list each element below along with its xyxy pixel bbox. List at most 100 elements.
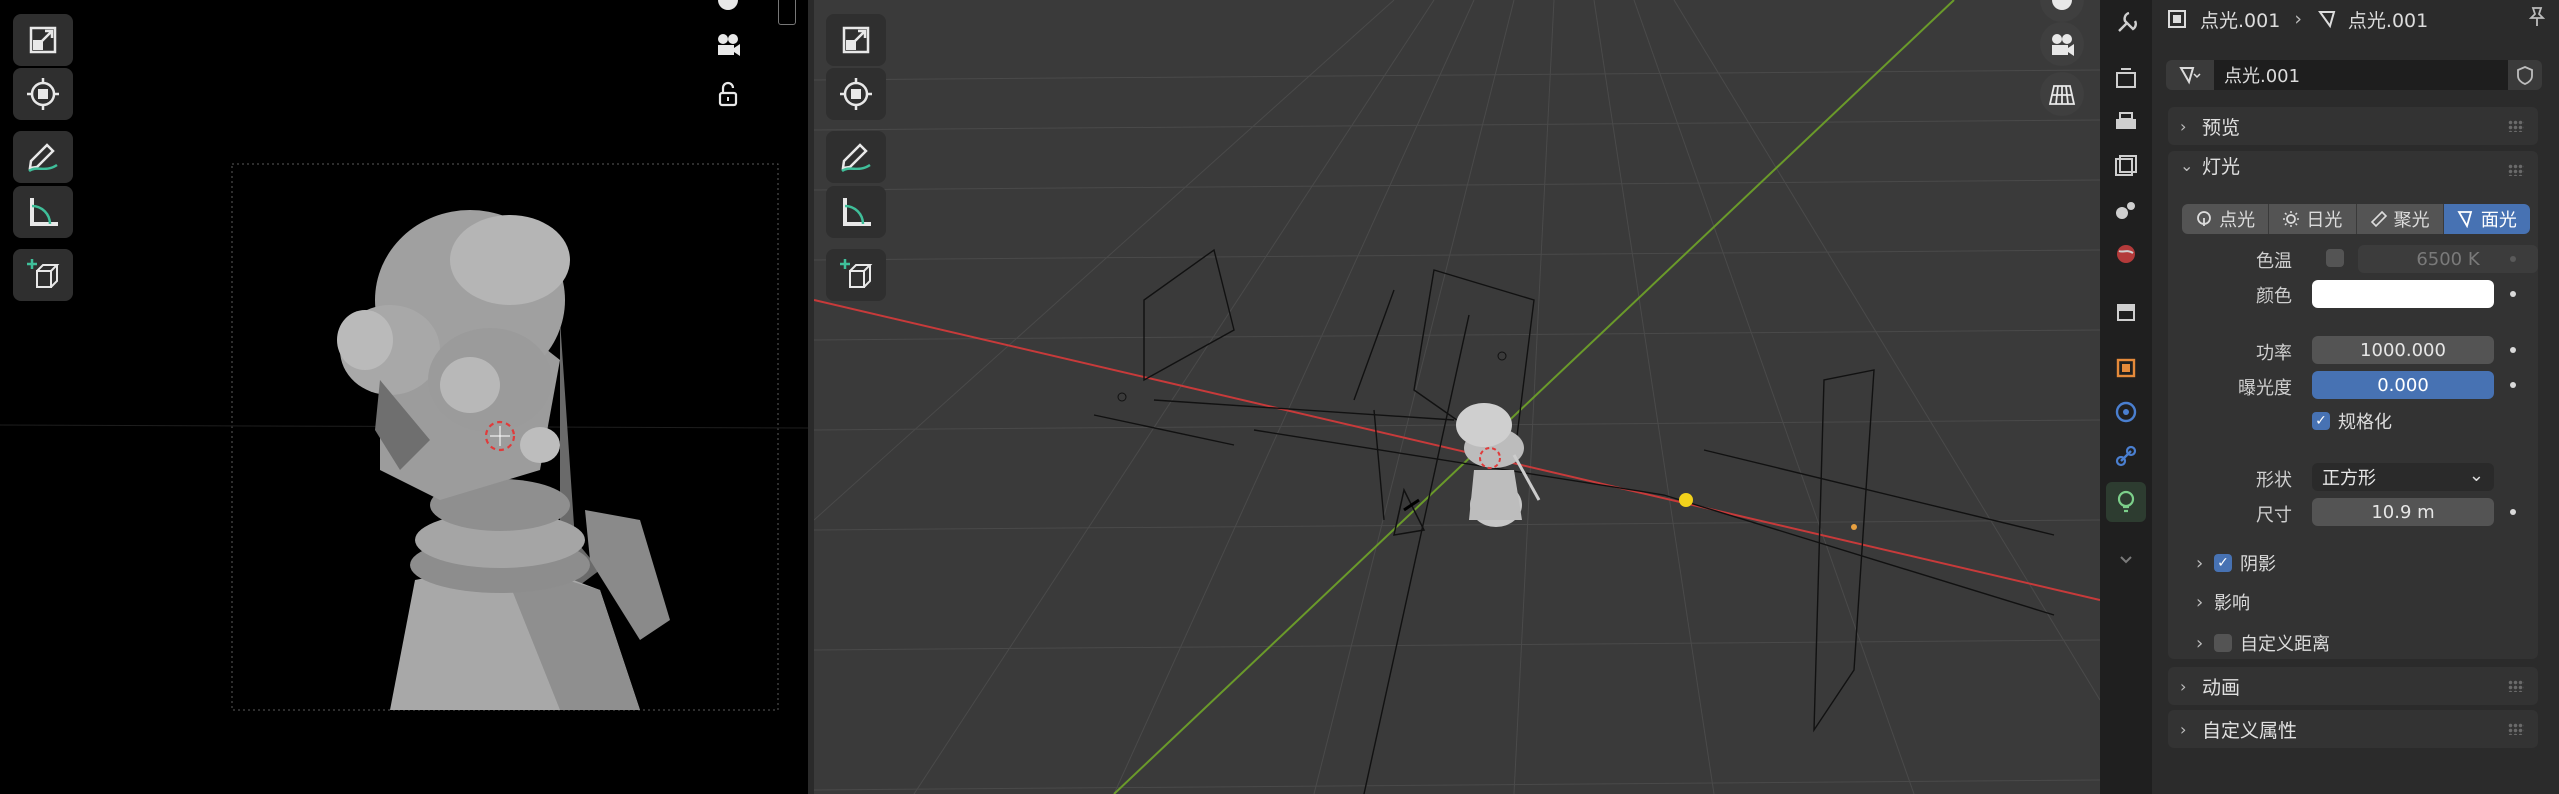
subsection-influence[interactable]: › 影响 [2196, 589, 2250, 615]
color-temp-label: 色温 [2256, 251, 2292, 272]
color-label: 颜色 [2256, 286, 2292, 307]
spot-light-icon [2370, 210, 2387, 228]
keyframe-dot-icon[interactable] [2510, 291, 2516, 297]
power-field[interactable]: 1000.000 [2312, 336, 2494, 364]
collection-icon[interactable] [2112, 297, 2140, 325]
pin-icon[interactable] [2527, 6, 2547, 32]
section-animation[interactable]: › 动画 [2168, 667, 2538, 705]
light-type-point-label: 点光 [2219, 210, 2256, 231]
annotate-tool-button[interactable] [826, 131, 886, 183]
measure-tool-button[interactable] [826, 186, 886, 238]
exposure-field[interactable]: 0.000 [2312, 371, 2494, 399]
sun-icon [2283, 211, 2300, 227]
viewport-grid-scene [814, 0, 2100, 794]
chevron-right-icon: › [2196, 591, 2204, 613]
size-field[interactable]: 10.9 m [2312, 498, 2494, 526]
subsection-influence-label: 影响 [2214, 593, 2250, 614]
render-icon[interactable] [2112, 64, 2140, 92]
transform-tool-button[interactable] [826, 68, 886, 120]
breadcrumb-object-name: 点光.001 [2200, 9, 2281, 32]
section-custom-properties-label: 自定义属性 [2202, 719, 2298, 742]
section-preview-label: 预览 [2202, 116, 2241, 139]
chevron-right-icon: › [2180, 719, 2187, 739]
light-type-point-button[interactable]: 点光 [2182, 204, 2270, 234]
drag-handle-icon[interactable] [2508, 723, 2524, 735]
light-data-icon[interactable] [2112, 488, 2140, 516]
measure-icon [843, 198, 871, 226]
3d-viewport[interactable] [814, 0, 2100, 794]
add-cube-icon [840, 259, 873, 288]
section-light[interactable]: ⌄ 灯光 [2168, 151, 2538, 179]
subsection-shadow[interactable]: › ✓ 阴影 [2196, 550, 2276, 576]
light-type-sun-button[interactable]: 日光 [2269, 204, 2357, 234]
area-light-icon [2457, 211, 2473, 228]
annotate-pencil-icon [841, 143, 871, 173]
normalize-checkbox[interactable]: ✓ [2312, 412, 2330, 430]
keyframe-dot-icon[interactable] [2510, 509, 2516, 515]
section-light-label: 灯光 [2202, 155, 2241, 178]
drag-handle-icon[interactable] [2508, 680, 2524, 692]
scene-icon[interactable] [2112, 196, 2140, 224]
view-layer-icon[interactable] [2112, 152, 2140, 180]
light-type-sun-label: 日光 [2306, 210, 2343, 231]
area-light-icon [2317, 11, 2336, 29]
light-type-area-label: 面光 [2480, 210, 2517, 231]
object-icon[interactable] [2112, 354, 2140, 382]
drag-handle-icon[interactable] [2508, 120, 2524, 132]
section-custom-properties[interactable]: › 自定义属性 [2168, 710, 2538, 748]
world-icon[interactable] [2112, 240, 2140, 268]
color-temp-checkbox[interactable] [2326, 249, 2344, 267]
area-light-icon [2179, 67, 2201, 85]
shape-dropdown[interactable]: 正方形 ⌄ [2312, 463, 2494, 491]
chevron-down-icon: ⌄ [2468, 465, 2484, 486]
breadcrumb-separator-icon: › [2294, 8, 2302, 30]
power-label: 功率 [2256, 343, 2292, 364]
datablock-name-field[interactable]: 点光.001 [2214, 60, 2508, 90]
subsection-custom-distance[interactable]: › 自定义距离 [2196, 630, 2330, 656]
light-type-spot-button[interactable]: 聚光 [2356, 204, 2444, 234]
chevron-right-icon: › [2196, 552, 2204, 574]
wrench-icon[interactable] [2112, 8, 2140, 36]
shield-icon [2517, 66, 2533, 85]
chevron-right-icon: › [2180, 116, 2187, 136]
breadcrumb-data-name: 点光.001 [2347, 9, 2429, 32]
physics-icon[interactable] [2112, 398, 2140, 426]
properties-panel: 点光.001 › 点光.001 点光.001 › 预览 ⌄ 灯光 点光 日光 聚… [2152, 0, 2559, 794]
constraints-icon[interactable] [2112, 442, 2140, 470]
exposure-label: 曝光度 [2238, 378, 2292, 399]
object-icon [2168, 10, 2186, 28]
section-animation-label: 动画 [2202, 676, 2241, 699]
chevron-right-icon: › [2180, 676, 2187, 696]
section-preview[interactable]: › 预览 [2168, 107, 2538, 145]
shadow-checkbox[interactable]: ✓ [2214, 554, 2232, 572]
shape-dropdown-value: 正方形 [2322, 468, 2376, 489]
light-type-spot-label: 聚光 [2393, 210, 2430, 231]
light-type-area-button[interactable]: 面光 [2443, 204, 2530, 234]
perspective-grid-icon[interactable] [2040, 72, 2084, 116]
color-swatch[interactable] [2312, 280, 2494, 308]
fake-user-button[interactable] [2508, 60, 2542, 90]
size-label: 尺寸 [2256, 505, 2292, 526]
transform-icon [840, 78, 872, 110]
scale-tool-button[interactable] [826, 14, 886, 66]
camera-viewport[interactable] [0, 0, 808, 794]
breadcrumb: 点光.001 › 点光.001 [2166, 4, 2428, 34]
chevron-right-icon: › [2196, 632, 2204, 654]
point-light-icon [2197, 211, 2212, 226]
subsection-shadow-label: 阴影 [2240, 554, 2276, 575]
keyframe-dot-icon[interactable] [2510, 347, 2516, 353]
chevron-down-icon: ⌄ [2180, 155, 2194, 175]
chevron-down-icon[interactable] [2112, 545, 2140, 573]
datablock-browse-button[interactable] [2166, 60, 2214, 90]
drag-handle-icon[interactable] [2508, 164, 2524, 176]
output-icon[interactable] [2112, 108, 2140, 136]
camera-view-icon[interactable] [2040, 22, 2084, 66]
normalize-label: 规格化 [2338, 412, 2392, 433]
custom-distance-checkbox[interactable] [2214, 634, 2232, 652]
light-type-selector: 点光 日光 聚光 面光 [2182, 204, 2530, 234]
properties-tab-bar [2100, 0, 2152, 794]
add-cube-tool-button[interactable] [826, 249, 886, 301]
camera-render-scene [0, 163, 808, 711]
keyframe-dot-icon[interactable] [2510, 256, 2516, 262]
keyframe-dot-icon[interactable] [2510, 382, 2516, 388]
